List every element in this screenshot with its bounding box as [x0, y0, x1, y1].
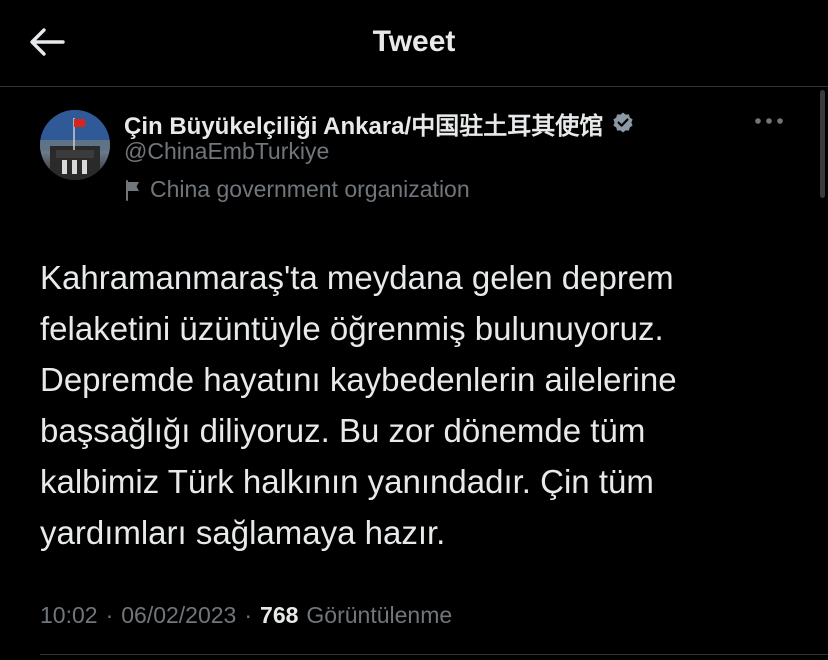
- tweet-time[interactable]: 10:02: [40, 602, 98, 629]
- author-handle[interactable]: @ChinaEmbTurkiye: [124, 138, 329, 165]
- embassy-avatar-image: [40, 110, 110, 180]
- author-name-row: Çin Büyükelçiliği Ankara/中国驻土耳其使馆: [124, 106, 635, 140]
- account-label: China government organization: [124, 176, 470, 203]
- tweet-meta: 10:02 · 06/02/2023 · 768 Görüntülenme: [40, 602, 452, 629]
- scrollbar-thumb[interactable]: [820, 90, 825, 198]
- header-divider: [0, 86, 828, 87]
- meta-separator: ·: [105, 602, 114, 628]
- flag-icon: [126, 179, 139, 201]
- meta-separator: ·: [244, 602, 253, 628]
- arrow-left-icon: [30, 28, 65, 56]
- author-display-name[interactable]: Çin Büyükelçiliği Ankara/中国驻土耳其使馆: [124, 106, 603, 141]
- top-bar: Tweet: [0, 0, 828, 86]
- more-dots-icon: [755, 118, 783, 124]
- meta-divider: [40, 654, 828, 655]
- back-button[interactable]: [22, 22, 72, 62]
- tweet-date[interactable]: 06/02/2023: [121, 602, 236, 629]
- page-title: Tweet: [372, 25, 456, 58]
- avatar[interactable]: [40, 110, 110, 180]
- tweet-text: Kahramanmaraş'ta meydana gelen deprem fe…: [40, 259, 677, 551]
- views-label: Görüntülenme: [306, 602, 453, 628]
- account-label-text: China government organization: [150, 176, 470, 202]
- views-count: 768: [260, 602, 299, 628]
- verified-badge-icon: [611, 111, 635, 135]
- more-options-button[interactable]: [744, 106, 794, 136]
